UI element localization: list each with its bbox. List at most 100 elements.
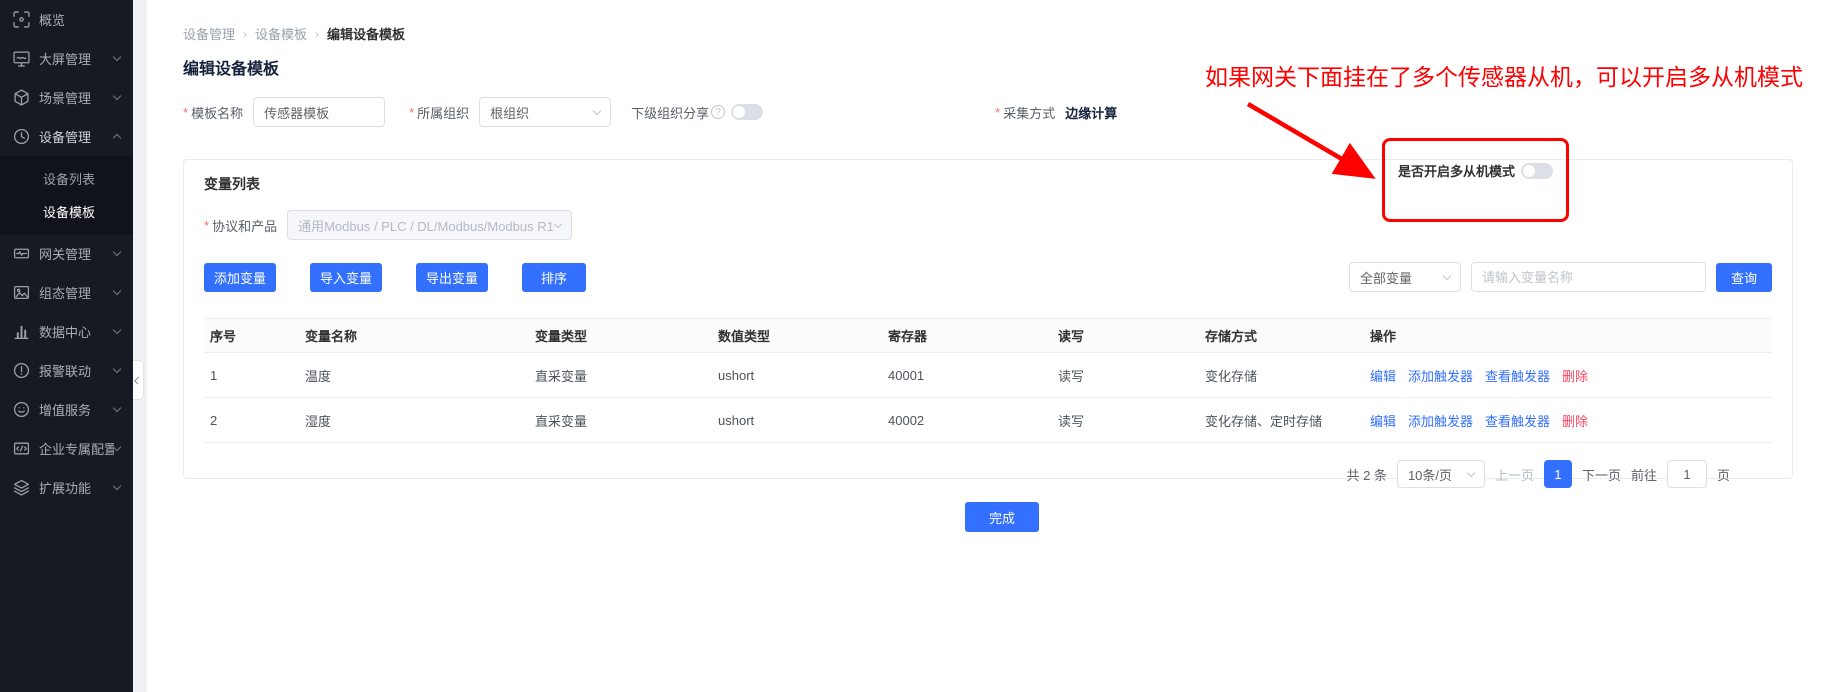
add-trigger-link[interactable]: 添加触发器 <box>1408 411 1473 430</box>
breadcrumb-device-mgmt[interactable]: 设备管理 <box>183 24 235 43</box>
scada-icon <box>13 284 30 301</box>
sidebar-item-data-center[interactable]: 数据中心 <box>0 312 133 351</box>
data-icon <box>13 323 30 340</box>
chevron-down-icon <box>113 326 121 334</box>
cell-name: 温度 <box>299 353 529 398</box>
sidebar-item-enterprise-config[interactable]: 企业专属配置 <box>0 429 133 468</box>
gateway-icon <box>13 245 30 262</box>
multi-slave-toggle-label: 是否开启多从机模式 <box>1398 161 1515 180</box>
col-header-actions: 操作 <box>1364 319 1772 353</box>
required-mark: * <box>183 105 188 120</box>
sidebar-item-device-list[interactable]: 设备列表 <box>0 162 133 195</box>
variable-type-select[interactable]: 全部变量 <box>1349 262 1461 292</box>
chevron-down-icon <box>113 92 121 100</box>
import-variable-button[interactable]: 导入变量 <box>310 263 382 292</box>
sort-button[interactable]: 排序 <box>522 263 586 292</box>
sidebar-item-label: 大屏管理 <box>39 49 114 68</box>
multi-slave-toggle[interactable] <box>1521 163 1553 179</box>
finish-button[interactable]: 完成 <box>965 502 1039 532</box>
sidebar-item-overview[interactable]: 概览 <box>0 0 133 39</box>
delete-link[interactable]: 删除 <box>1562 411 1588 430</box>
add-variable-button[interactable]: 添加变量 <box>204 263 276 292</box>
breadcrumb-separator-icon: › <box>243 27 247 41</box>
row-actions: 编辑 添加触发器 查看触发器 删除 <box>1370 411 1766 430</box>
view-trigger-link[interactable]: 查看触发器 <box>1485 366 1550 385</box>
chevron-down-icon <box>593 106 601 114</box>
edit-link[interactable]: 编辑 <box>1370 411 1396 430</box>
goto-unit: 页 <box>1717 465 1730 484</box>
col-header-var-type: 变量类型 <box>529 319 712 353</box>
goto-page-input[interactable] <box>1667 460 1707 488</box>
variable-type-select-value: 全部变量 <box>1360 268 1412 287</box>
org-select[interactable]: 根组织 <box>479 97 611 127</box>
query-button[interactable]: 查询 <box>1716 263 1772 292</box>
breadcrumb-separator-icon: › <box>315 27 319 41</box>
required-mark: * <box>409 105 414 120</box>
cell-rw: 读写 <box>1052 398 1199 443</box>
sidebar-item-device-template[interactable]: 设备模板 <box>0 195 133 228</box>
share-toggle[interactable] <box>731 104 763 120</box>
sidebar-item-label: 增值服务 <box>39 400 114 419</box>
cell-data-type: ushort <box>712 398 882 443</box>
variable-search-input[interactable] <box>1471 262 1706 292</box>
col-header-register: 寄存器 <box>882 319 1052 353</box>
protocol-select-value: 通用Modbus / PLC / DL/Modbus/Modbus R1 <box>298 216 554 235</box>
cell-rw: 读写 <box>1052 353 1199 398</box>
vas-icon <box>13 401 30 418</box>
chevron-down-icon <box>1443 271 1451 279</box>
sidebar-item-screen-mgmt[interactable]: 大屏管理 <box>0 39 133 78</box>
breadcrumb: 设备管理 › 设备模板 › 编辑设备模板 <box>183 0 1793 43</box>
view-trigger-link[interactable]: 查看触发器 <box>1485 411 1550 430</box>
page-content: 设备管理 › 设备模板 › 编辑设备模板 编辑设备模板 * 模板名称 * 所属组… <box>147 0 1829 692</box>
add-trigger-link[interactable]: 添加触发器 <box>1408 366 1473 385</box>
goto-label: 前往 <box>1631 465 1657 484</box>
page-size-value: 10条/页 <box>1408 465 1452 484</box>
chevron-down-icon <box>554 219 562 227</box>
edit-link[interactable]: 编辑 <box>1370 366 1396 385</box>
chevron-down-icon <box>113 482 121 490</box>
protocol-row: * 协议和产品 通用Modbus / PLC / DL/Modbus/Modbu… <box>204 210 1772 240</box>
col-header-storage: 存储方式 <box>1199 319 1364 353</box>
sidebar-item-label: 设备管理 <box>39 127 114 146</box>
chevron-down-icon <box>113 53 121 61</box>
delete-link[interactable]: 删除 <box>1562 366 1588 385</box>
sidebar-item-alarm-linkage[interactable]: 报警联动 <box>0 351 133 390</box>
breadcrumb-device-template[interactable]: 设备模板 <box>255 24 307 43</box>
cell-storage: 变化存储、定时存储 <box>1199 398 1364 443</box>
sidebar-item-extensions[interactable]: 扩展功能 <box>0 468 133 507</box>
sidebar-item-gateway-mgmt[interactable]: 网关管理 <box>0 234 133 273</box>
table-row: 1 温度 直采变量 ushort 40001 读写 变化存储 编辑 添加触发器 <box>204 353 1772 398</box>
col-header-name: 变量名称 <box>299 319 529 353</box>
sidebar-item-value-added-services[interactable]: 增值服务 <box>0 390 133 429</box>
scene-icon <box>13 89 30 106</box>
sidebar-item-label: 组态管理 <box>39 283 114 302</box>
breadcrumb-current: 编辑设备模板 <box>327 24 405 43</box>
template-name-label: 模板名称 <box>191 103 243 122</box>
chevron-down-icon <box>113 404 121 412</box>
export-variable-button[interactable]: 导出变量 <box>416 263 488 292</box>
question-icon[interactable]: ? <box>711 105 725 119</box>
enterprise-icon <box>13 440 30 457</box>
prev-page-button[interactable]: 上一页 <box>1495 465 1534 484</box>
overview-icon <box>13 11 30 28</box>
protocol-select: 通用Modbus / PLC / DL/Modbus/Modbus R1 <box>287 210 572 240</box>
required-mark: * <box>204 218 209 233</box>
required-mark: * <box>995 105 1000 120</box>
col-header-data-type: 数值类型 <box>712 319 882 353</box>
table-row: 2 湿度 直采变量 ushort 40002 读写 变化存储、定时存储 编辑 添… <box>204 398 1772 443</box>
sidebar-item-device-mgmt[interactable]: 设备管理 <box>0 117 133 156</box>
chevron-down-icon <box>113 248 121 256</box>
template-name-input[interactable] <box>253 97 385 127</box>
current-page-button[interactable]: 1 <box>1544 460 1572 488</box>
sidebar-collapse-handle[interactable] <box>133 360 144 400</box>
pagination: 共 2 条 10条/页 上一页 1 下一页 前往 页 <box>204 460 1772 488</box>
sidebar-item-scene-mgmt[interactable]: 场景管理 <box>0 78 133 117</box>
next-page-button[interactable]: 下一页 <box>1582 465 1621 484</box>
variable-action-buttons: 添加变量 导入变量 导出变量 排序 <box>204 263 586 292</box>
share-label: 下级组织分享 <box>631 103 709 122</box>
page-size-select[interactable]: 10条/页 <box>1397 460 1485 488</box>
cell-name: 湿度 <box>299 398 529 443</box>
sidebar-item-scada-mgmt[interactable]: 组态管理 <box>0 273 133 312</box>
protocol-label: 协议和产品 <box>212 216 277 235</box>
cell-var-type: 直采变量 <box>529 353 712 398</box>
